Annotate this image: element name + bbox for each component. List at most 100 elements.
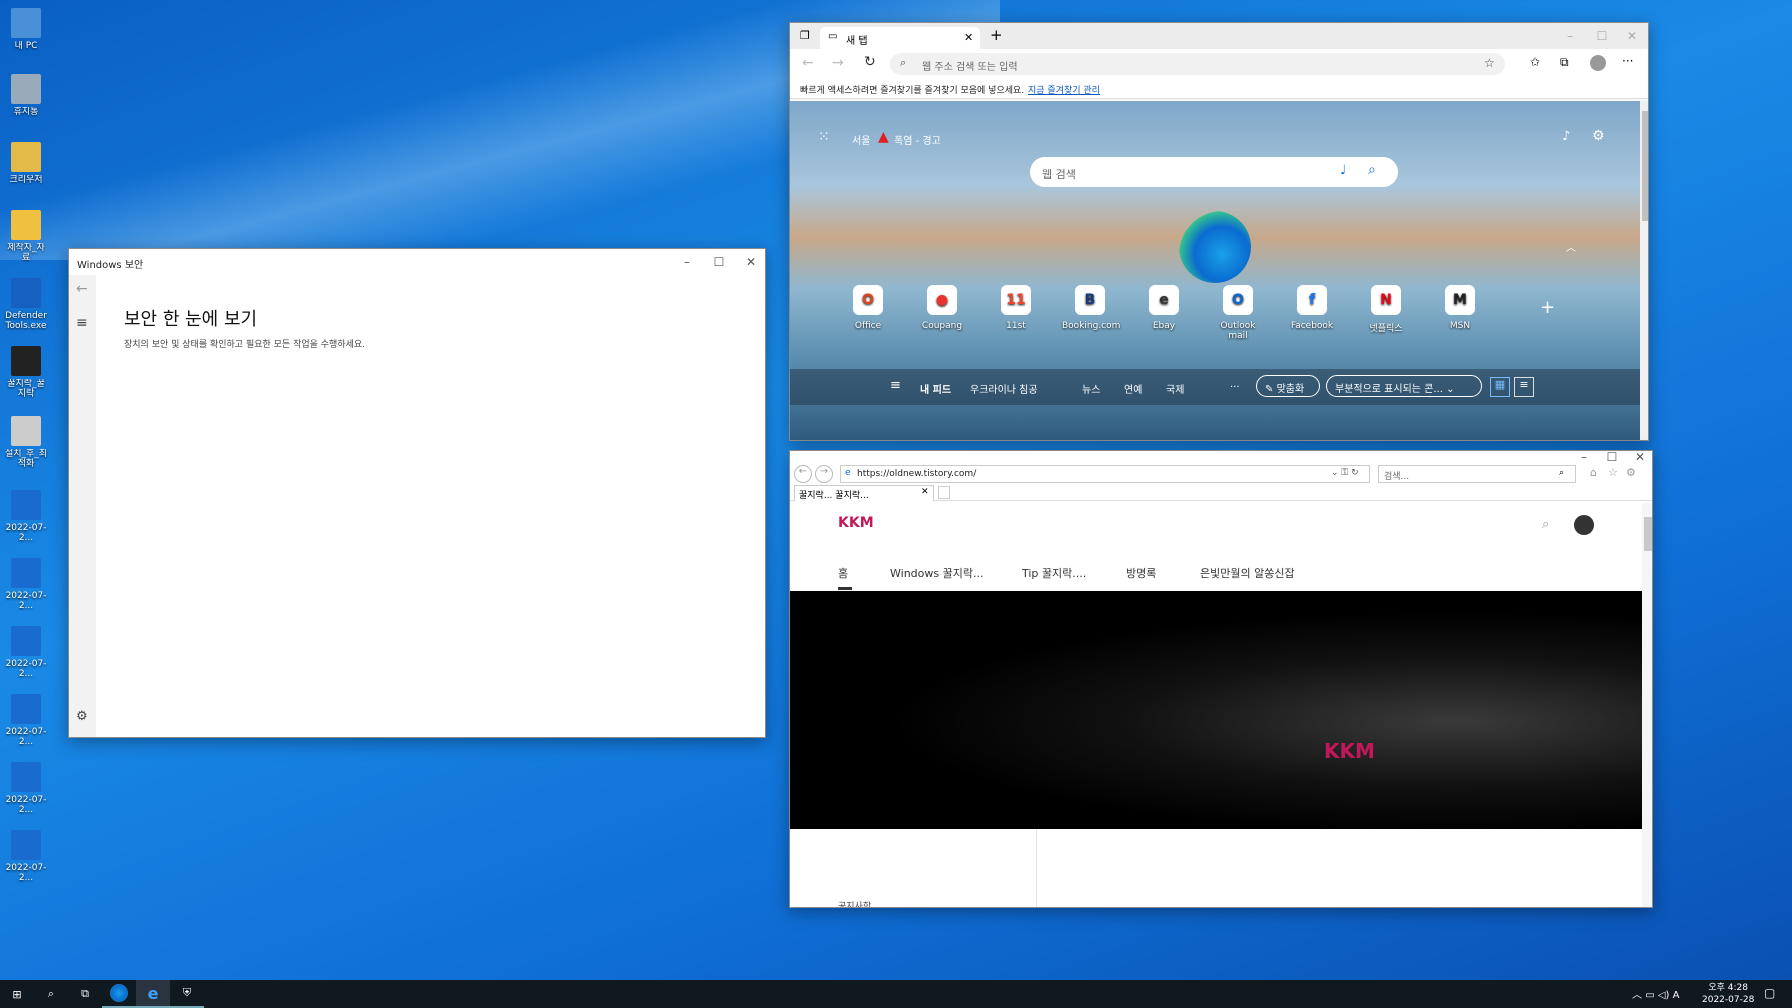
back-icon[interactable]: ← <box>802 55 814 71</box>
favorites-icon[interactable]: ✩ <box>1530 55 1540 69</box>
notification-center-icon[interactable]: ▢ <box>1764 986 1775 1000</box>
scroll-thumb[interactable] <box>1642 111 1648 221</box>
feed-international[interactable]: 국제 <box>1166 381 1184 396</box>
more-icon[interactable]: ··· <box>1622 54 1633 68</box>
desktop-icon[interactable]: 제작자_자료 <box>4 210 48 263</box>
feed-more[interactable]: ... <box>1230 379 1240 390</box>
address-bar[interactable]: e https://oldnew.tistory.com/ ⌄ ⚿ ↻ <box>840 465 1370 483</box>
close-button[interactable]: ✕ <box>1616 23 1648 49</box>
grid-view-icon[interactable]: ▦ <box>1490 377 1510 397</box>
blog-nav-item[interactable]: 홈 <box>838 565 848 581</box>
back-icon[interactable]: ← <box>794 465 812 483</box>
desktop-icon[interactable]: 2022-07-2... <box>4 830 48 883</box>
forward-icon[interactable]: → <box>815 465 833 483</box>
blog-nav-item[interactable]: Tip 꿀지락.... <box>1022 565 1086 581</box>
volume-icon[interactable]: ◁) <box>1658 990 1670 1001</box>
speed-dial-tile[interactable]: ● Coupang <box>914 285 970 331</box>
new-tab-button[interactable]: + <box>990 26 1003 44</box>
feed-my-feed[interactable]: 내 피드 <box>920 381 951 396</box>
page-scrollbar[interactable] <box>1642 503 1652 907</box>
desktop-icon[interactable]: 2022-07-2... <box>4 762 48 815</box>
forward-icon[interactable]: → <box>832 55 844 71</box>
desktop-icon[interactable]: 설치_후_최적화 <box>4 416 48 469</box>
tray-chevron-icon[interactable]: ︿ <box>1632 990 1642 1001</box>
list-view-icon[interactable]: ≡ <box>1514 377 1534 397</box>
web-search-box[interactable]: 웹 검색 ♩ ⌕ <box>1030 157 1398 187</box>
minimize-button[interactable]: – <box>1554 23 1586 49</box>
feed-menu-icon[interactable]: ≡ <box>890 378 901 393</box>
tools-gear-icon[interactable]: ⚙ <box>1626 466 1636 479</box>
hamburger-menu-icon[interactable]: ≡ <box>76 315 88 331</box>
user-avatar[interactable] <box>1574 515 1594 535</box>
ime-indicator[interactable]: A <box>1673 990 1680 1001</box>
blog-nav-item[interactable]: 방명록 <box>1126 565 1156 581</box>
desktop-icon[interactable]: 2022-07-2... <box>4 558 48 611</box>
collapse-chevron-icon[interactable]: ︿ <box>1566 239 1576 254</box>
search-icon[interactable]: ⌕ <box>34 980 68 1008</box>
notification-bell-icon[interactable]: ♪ <box>1562 129 1570 144</box>
tab-close-icon[interactable]: ✕ <box>921 487 929 497</box>
personalize-button[interactable]: ✎ 맞춤화 <box>1256 375 1320 397</box>
tab-actions-icon[interactable]: ❐ <box>800 29 810 42</box>
blog-search-icon[interactable]: ⌕ <box>1542 517 1549 532</box>
tab-active[interactable]: 꿀지락... 꿀지락... ✕ <box>794 485 934 501</box>
search-icon[interactable]: ⌕ <box>1368 162 1376 178</box>
search-box[interactable]: 검색... ⌕ <box>1378 465 1576 483</box>
desktop-icon[interactable]: 꿀지락_꿀지락 <box>4 346 48 399</box>
desktop-icon[interactable]: 2022-07-2... <box>4 694 48 747</box>
apps-grid-icon[interactable]: ⁙ <box>818 129 830 145</box>
lock-refresh-icons[interactable]: ⌄ ⚿ ↻ <box>1331 468 1359 478</box>
tab-new-tab[interactable]: ▭ 새 탭 ✕ <box>820 27 980 49</box>
search-icon[interactable]: ⌕ <box>1559 468 1564 478</box>
desktop-icon[interactable]: Defender Tools.exe <box>4 278 48 331</box>
new-tab-icon[interactable] <box>938 486 950 499</box>
desktop-icon[interactable]: 2022-07-2... <box>4 626 48 679</box>
desktop-icon[interactable]: 2022-07-2... <box>4 490 48 543</box>
page-scrollbar[interactable] <box>1640 101 1648 440</box>
clock[interactable]: 오후 4:28 2022-07-28 <box>1702 982 1754 1006</box>
back-arrow-icon[interactable]: ← <box>76 281 88 297</box>
favorites-star-icon[interactable]: ☆ <box>1608 466 1618 479</box>
feed-news[interactable]: 뉴스 <box>1082 381 1100 396</box>
scroll-thumb[interactable] <box>1644 517 1652 551</box>
gear-icon[interactable]: ⚙ <box>76 709 88 724</box>
task-view-icon[interactable]: ⧉ <box>68 980 102 1008</box>
speed-dial-tile[interactable]: f Facebook <box>1284 285 1340 331</box>
speed-dial-tile[interactable]: B Booking.com <box>1062 285 1120 331</box>
network-icon[interactable]: ▭ <box>1645 990 1654 1001</box>
manage-favorites-link[interactable]: 지금 즐겨찾기 관리 <box>1028 83 1100 96</box>
minimize-button[interactable]: – <box>671 249 703 275</box>
profile-avatar[interactable] <box>1590 55 1606 71</box>
edge-taskbar-icon[interactable] <box>102 980 136 1008</box>
blog-nav-item[interactable]: Windows 꿀지락... <box>890 565 983 581</box>
feed-entertainment[interactable]: 연예 <box>1124 381 1142 396</box>
speed-dial-tile[interactable]: M MSN <box>1432 285 1488 331</box>
maximize-button[interactable]: ☐ <box>1586 23 1618 49</box>
windows-security-taskbar-icon[interactable]: ⛨ <box>170 980 204 1008</box>
close-button[interactable]: ✕ <box>735 249 765 275</box>
collections-icon[interactable]: ⧉ <box>1560 55 1569 70</box>
address-bar[interactable]: ⌕ 웹 주소 검색 또는 입력 ☆ <box>890 53 1505 75</box>
content-visibility-select[interactable]: 부분적으로 표시되는 콘... ⌄ <box>1326 375 1482 397</box>
speed-dial-tile[interactable]: 11 11st <box>988 285 1044 331</box>
tab-close-icon[interactable]: ✕ <box>964 31 973 44</box>
blog-nav-item[interactable]: 은빛만월의 알쏭신잡 <box>1200 565 1295 581</box>
speed-dial-tile[interactable]: O Outlook mail <box>1210 285 1266 341</box>
blog-logo[interactable]: KKM <box>838 515 874 531</box>
add-tile-button[interactable]: + <box>1540 297 1555 318</box>
start-windows-icon[interactable]: ⊞ <box>0 980 34 1008</box>
desktop-icon[interactable]: 내 PC <box>4 8 48 51</box>
desktop-icon[interactable]: 크리우저 <box>4 142 48 185</box>
feed-ukraine[interactable]: 우크라이나 침공 <box>970 381 1038 396</box>
maximize-button[interactable]: ☐ <box>703 249 735 275</box>
speed-dial-tile[interactable]: N 넷플릭스 <box>1358 285 1414 334</box>
add-favorite-icon[interactable]: ☆ <box>1484 56 1495 70</box>
ie-taskbar-icon[interactable]: e <box>136 980 170 1008</box>
home-icon[interactable]: ⌂ <box>1590 466 1597 479</box>
desktop-icon[interactable]: 휴지통 <box>4 74 48 117</box>
speed-dial-tile[interactable]: O Office <box>840 285 896 331</box>
microphone-icon[interactable]: ♩ <box>1340 163 1346 178</box>
speed-dial-tile[interactable]: e Ebay <box>1136 285 1192 331</box>
refresh-icon[interactable]: ↻ <box>864 54 876 70</box>
settings-gear-icon[interactable]: ⚙ <box>1592 128 1605 144</box>
